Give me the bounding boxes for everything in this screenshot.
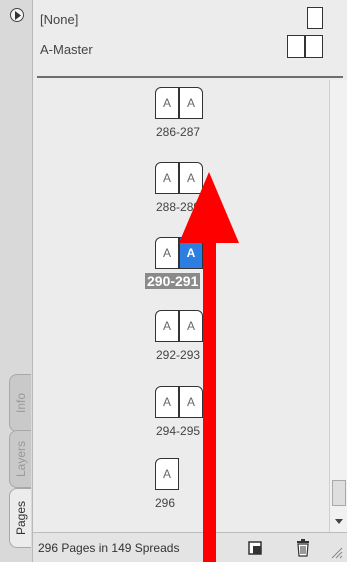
page-thumbnail[interactable]: A xyxy=(155,162,179,194)
tab-pages[interactable]: Pages xyxy=(9,488,31,548)
tab-pages-label: Pages xyxy=(13,500,28,536)
status-bar: 296 Pages in 149 Spreads xyxy=(33,532,347,562)
page-count-status: 296 Pages in 149 Spreads xyxy=(38,541,180,555)
page-thumbnail[interactable]: A xyxy=(155,237,179,269)
spread-label: 296 xyxy=(155,496,176,510)
delete-page-icon[interactable] xyxy=(295,539,311,557)
scrollbar-thumb[interactable] xyxy=(332,480,346,506)
page-thumbnail[interactable]: A xyxy=(179,310,203,342)
panel-tab-strip: Info Layers Pages xyxy=(0,0,33,562)
masters-section: [None] A-Master xyxy=(33,0,347,78)
single-page-icon[interactable] xyxy=(307,7,323,29)
resize-grip-icon[interactable] xyxy=(329,545,343,559)
spread-label: 292-293 xyxy=(156,348,201,362)
page-thumbnail[interactable]: A xyxy=(155,310,179,342)
page-thumbnail[interactable]: A xyxy=(155,386,179,418)
pages-panel: Info Layers Pages [None] A-Master A A 28… xyxy=(0,0,347,562)
master-none[interactable]: [None] xyxy=(40,12,78,27)
page-thumbnail[interactable]: A xyxy=(179,386,203,418)
spread-icon[interactable] xyxy=(287,35,323,58)
scroll-down-icon[interactable] xyxy=(332,514,346,528)
panel-menu-icon[interactable] xyxy=(10,8,24,22)
vertical-scrollbar[interactable] xyxy=(329,80,347,532)
pages-list: A A 286-287 A A 288-289 A A 290-291 A A … xyxy=(33,80,329,532)
master-none-label: [None] xyxy=(40,12,79,27)
page-thumbnail[interactable]: A xyxy=(155,458,179,490)
spread-label: 288-289 xyxy=(156,200,201,214)
tab-info-label: Info xyxy=(13,392,28,414)
new-page-icon[interactable] xyxy=(247,540,263,556)
spread-label-selected: 290-291 xyxy=(145,273,201,289)
spread-label: 294-295 xyxy=(156,424,201,438)
master-a[interactable]: A-Master xyxy=(40,42,93,57)
tab-layers-label: Layers xyxy=(13,440,28,478)
master-a-label: A-Master xyxy=(40,42,93,57)
page-thumbnail-selected[interactable]: A xyxy=(179,237,203,269)
page-thumbnail[interactable]: A xyxy=(155,87,179,119)
spread-label: 286-287 xyxy=(156,125,201,139)
tab-layers[interactable]: Layers xyxy=(9,430,31,488)
page-thumbnail[interactable]: A xyxy=(179,162,203,194)
page-thumbnail[interactable]: A xyxy=(179,87,203,119)
tab-info[interactable]: Info xyxy=(9,374,31,432)
